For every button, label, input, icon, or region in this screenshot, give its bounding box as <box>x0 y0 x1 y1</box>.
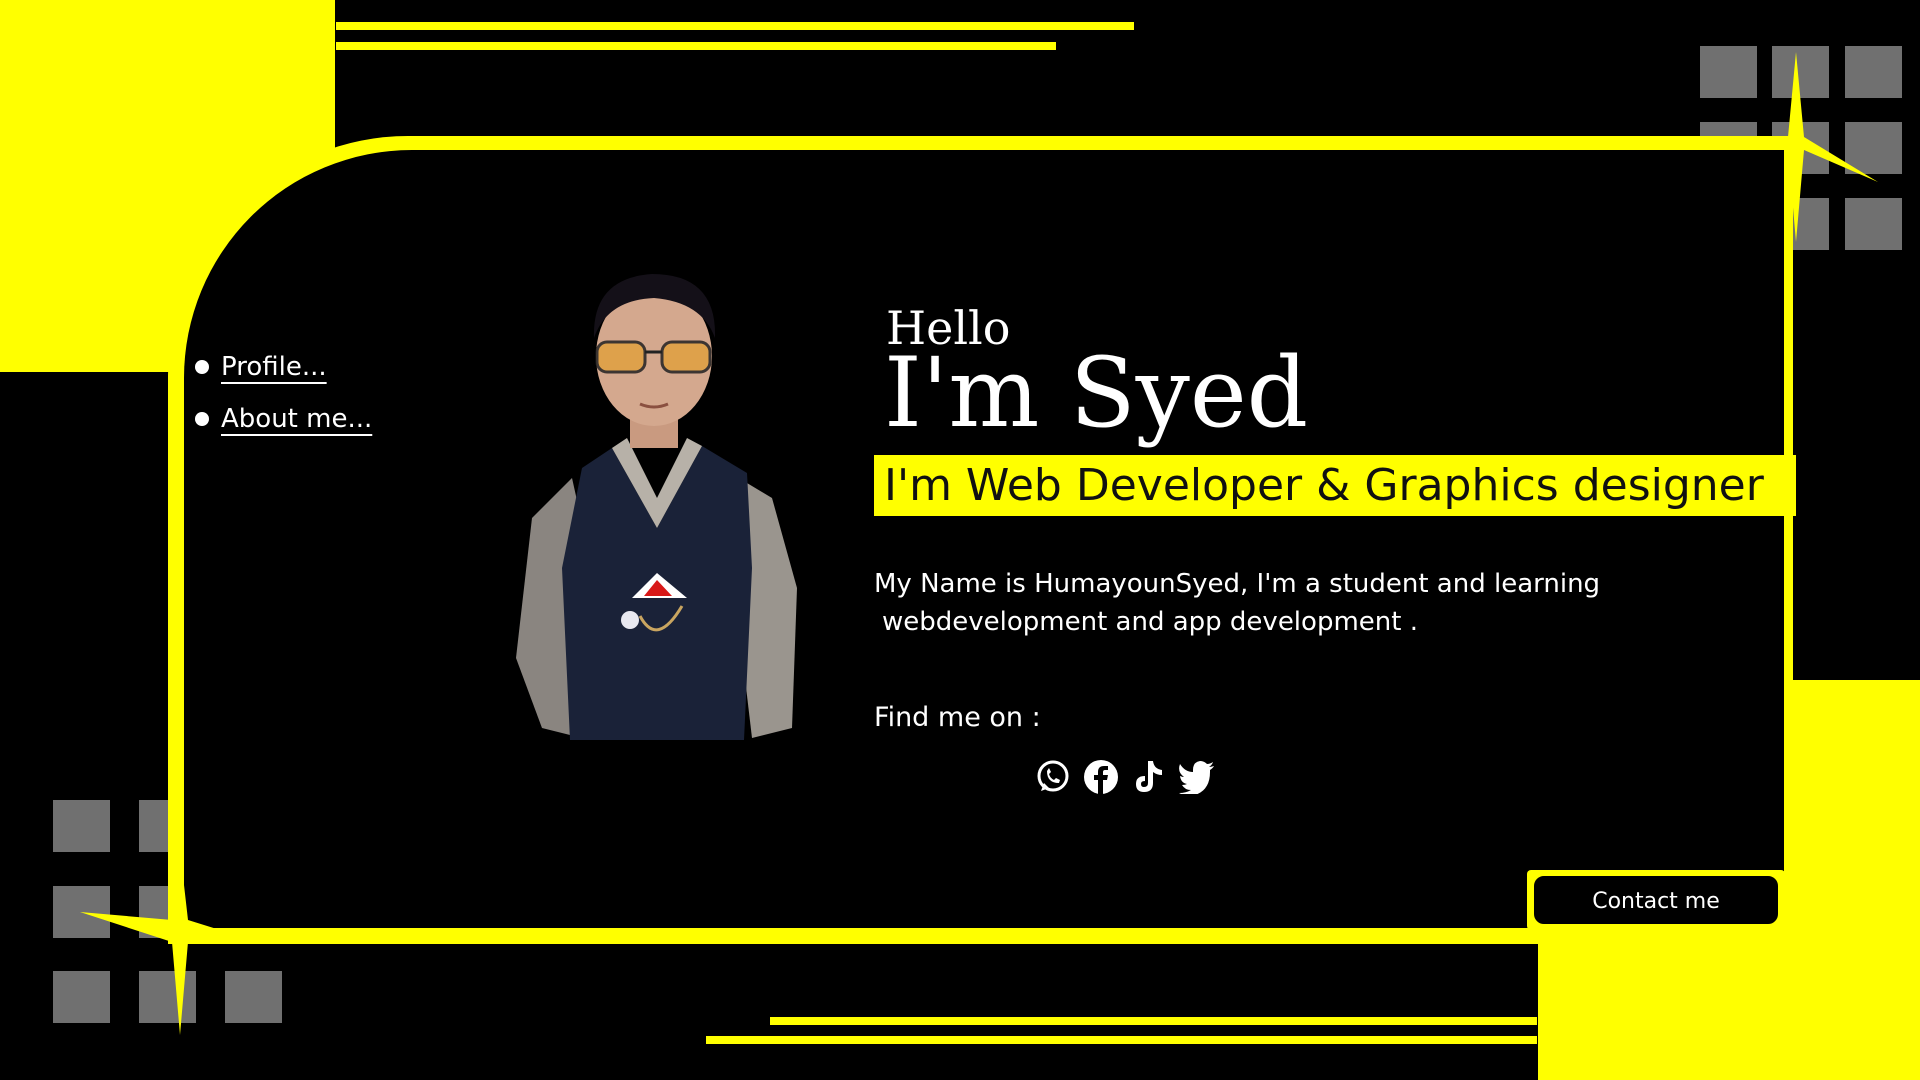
find-me-label: Find me on : <box>874 702 1041 733</box>
hero-name: I'm Syed <box>884 337 1309 449</box>
contact-button[interactable]: Contact me <box>1534 876 1778 924</box>
sparkle-icon <box>80 850 220 1035</box>
social-links <box>1034 758 1216 796</box>
description: My Name is HumayounSyed, I'm a student a… <box>874 565 1634 641</box>
role-banner: I'm Web Developer & Graphics designer <box>874 455 1796 516</box>
main-card <box>184 150 1784 928</box>
facebook-icon[interactable] <box>1082 758 1120 796</box>
twitter-icon[interactable] <box>1178 758 1216 796</box>
top-stripe-2 <box>336 42 1056 50</box>
bottom-stripe-2 <box>706 1036 1537 1044</box>
nav-item-profile[interactable]: Profile... <box>195 352 372 382</box>
side-nav: Profile... About me... <box>195 352 372 456</box>
profile-photo <box>516 274 797 740</box>
sparkle-icon <box>1760 52 1878 242</box>
nav-link-profile[interactable]: Profile... <box>221 352 327 382</box>
nav-link-about[interactable]: About me... <box>221 404 372 434</box>
bullet-icon <box>195 360 209 374</box>
whatsapp-icon[interactable] <box>1034 758 1072 796</box>
description-line-1: My Name is HumayounSyed, I'm a student a… <box>874 569 1601 599</box>
bottom-stripe-1 <box>770 1017 1537 1025</box>
nav-item-about[interactable]: About me... <box>195 404 372 434</box>
tiktok-icon[interactable] <box>1130 758 1168 796</box>
top-stripe-1 <box>336 22 1134 30</box>
bullet-icon <box>195 412 209 426</box>
description-line-2: webdevelopment and app development . <box>882 607 1418 637</box>
